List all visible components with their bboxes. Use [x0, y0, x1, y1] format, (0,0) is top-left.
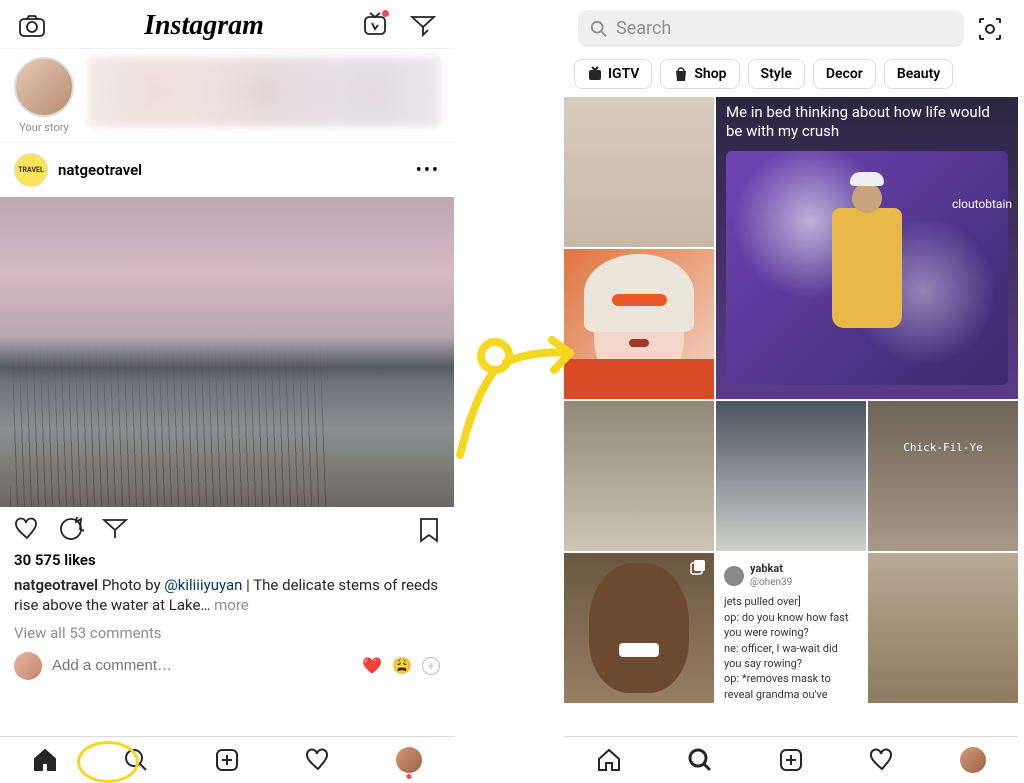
profile-notification-dot — [406, 774, 411, 779]
food-label: Chick-Fil-Ye — [868, 441, 1018, 454]
chip-igtv[interactable]: IGTV — [574, 59, 652, 89]
explore-tile[interactable] — [716, 401, 866, 551]
post-header: TRAVEL natgeotravel ••• — [0, 143, 454, 197]
nav-search-icon[interactable] — [123, 747, 149, 773]
post-author-username[interactable]: natgeotravel — [58, 161, 142, 179]
nav-profile-avatar[interactable] — [396, 747, 422, 773]
camera-icon[interactable] — [18, 13, 46, 39]
my-avatar — [14, 652, 42, 680]
explore-tile[interactable] — [868, 553, 1018, 703]
explore-tile-meme[interactable]: Me in bed thinking about how life would … — [716, 97, 1018, 399]
nav-profile-avatar[interactable] — [960, 747, 986, 773]
your-story[interactable]: Your story — [14, 57, 74, 134]
emoji-face[interactable]: 😩 — [392, 656, 412, 675]
chip-decor[interactable]: Decor — [813, 59, 876, 89]
notification-dot — [382, 10, 389, 17]
post-more-icon[interactable]: ••• — [416, 160, 440, 181]
share-icon[interactable] — [102, 517, 128, 541]
meme-watermark: cloutobtain — [952, 197, 1012, 211]
search-icon — [590, 20, 608, 38]
bottom-nav — [564, 736, 1018, 783]
chip-beauty[interactable]: Beauty — [884, 59, 953, 89]
search-input[interactable]: Search — [578, 10, 964, 47]
explore-tile[interactable]: Chick-Fil-Ye — [868, 401, 1018, 551]
caption-more[interactable]: more — [214, 596, 249, 614]
like-icon[interactable] — [14, 517, 40, 541]
search-placeholder: Search — [616, 18, 671, 39]
explore-tile[interactable] — [564, 553, 714, 703]
nav-home-icon[interactable] — [32, 747, 58, 773]
feed-screen: Instagram Your story TRAVEL — [0, 0, 454, 783]
explore-tile[interactable] — [564, 401, 714, 551]
caption-mention[interactable]: @kiliiiyuyan — [164, 576, 242, 594]
top-bar: Instagram — [0, 0, 454, 49]
chip-style[interactable]: Style — [748, 59, 805, 89]
nav-add-icon[interactable] — [214, 747, 240, 773]
add-comment-input[interactable] — [52, 657, 352, 674]
stories-row: Your story — [0, 49, 454, 143]
caption-username[interactable]: natgeotravel — [14, 576, 98, 594]
search-bar: Search — [564, 0, 1018, 55]
nav-home-icon[interactable] — [596, 747, 622, 773]
your-story-label: Your story — [19, 121, 69, 134]
tv-icon — [587, 66, 603, 82]
scan-icon[interactable] — [976, 15, 1004, 43]
nav-activity-icon[interactable] — [869, 748, 895, 772]
emoji-more-icon[interactable]: + — [422, 657, 440, 675]
post-actions — [0, 507, 454, 549]
post-caption: natgeotravel Photo by @kiliiiyuyan | The… — [0, 571, 454, 620]
explore-tile[interactable] — [564, 249, 714, 399]
comment-icon[interactable] — [58, 517, 84, 541]
bottom-nav — [0, 736, 454, 783]
add-comment-row: ❤️ 😩 + — [0, 646, 454, 680]
carousel-icon — [690, 559, 708, 577]
igtv-icon[interactable] — [362, 11, 388, 41]
bag-icon — [673, 66, 689, 82]
stories-blurred — [88, 57, 440, 127]
nav-activity-icon[interactable] — [305, 748, 331, 772]
filter-chips: IGTV Shop Style Decor Beauty — [564, 55, 1018, 97]
post-image[interactable] — [0, 197, 454, 507]
explore-tile[interactable] — [564, 97, 714, 247]
likes-count[interactable]: 30 575 likes — [0, 549, 454, 571]
post-author-avatar[interactable]: TRAVEL — [14, 153, 48, 187]
meme-caption: Me in bed thinking about how life would … — [726, 103, 1008, 141]
app-logo: Instagram — [144, 10, 264, 42]
chip-shop[interactable]: Shop — [660, 59, 739, 89]
explore-screen: Search IGTV Shop Style Decor Beauty Me i… — [564, 0, 1018, 783]
explore-tile-tweet[interactable]: yabkat@ohen39 jets pulled over] op: do y… — [716, 553, 866, 703]
nav-search-icon[interactable] — [687, 747, 713, 773]
explore-grid: Me in bed thinking about how life would … — [564, 97, 1018, 736]
view-comments-link[interactable]: View all 53 comments — [0, 620, 454, 646]
dm-icon[interactable] — [410, 14, 436, 38]
emoji-heart[interactable]: ❤️ — [362, 656, 382, 675]
nav-add-icon[interactable] — [778, 747, 804, 773]
bookmark-icon[interactable] — [418, 517, 440, 543]
